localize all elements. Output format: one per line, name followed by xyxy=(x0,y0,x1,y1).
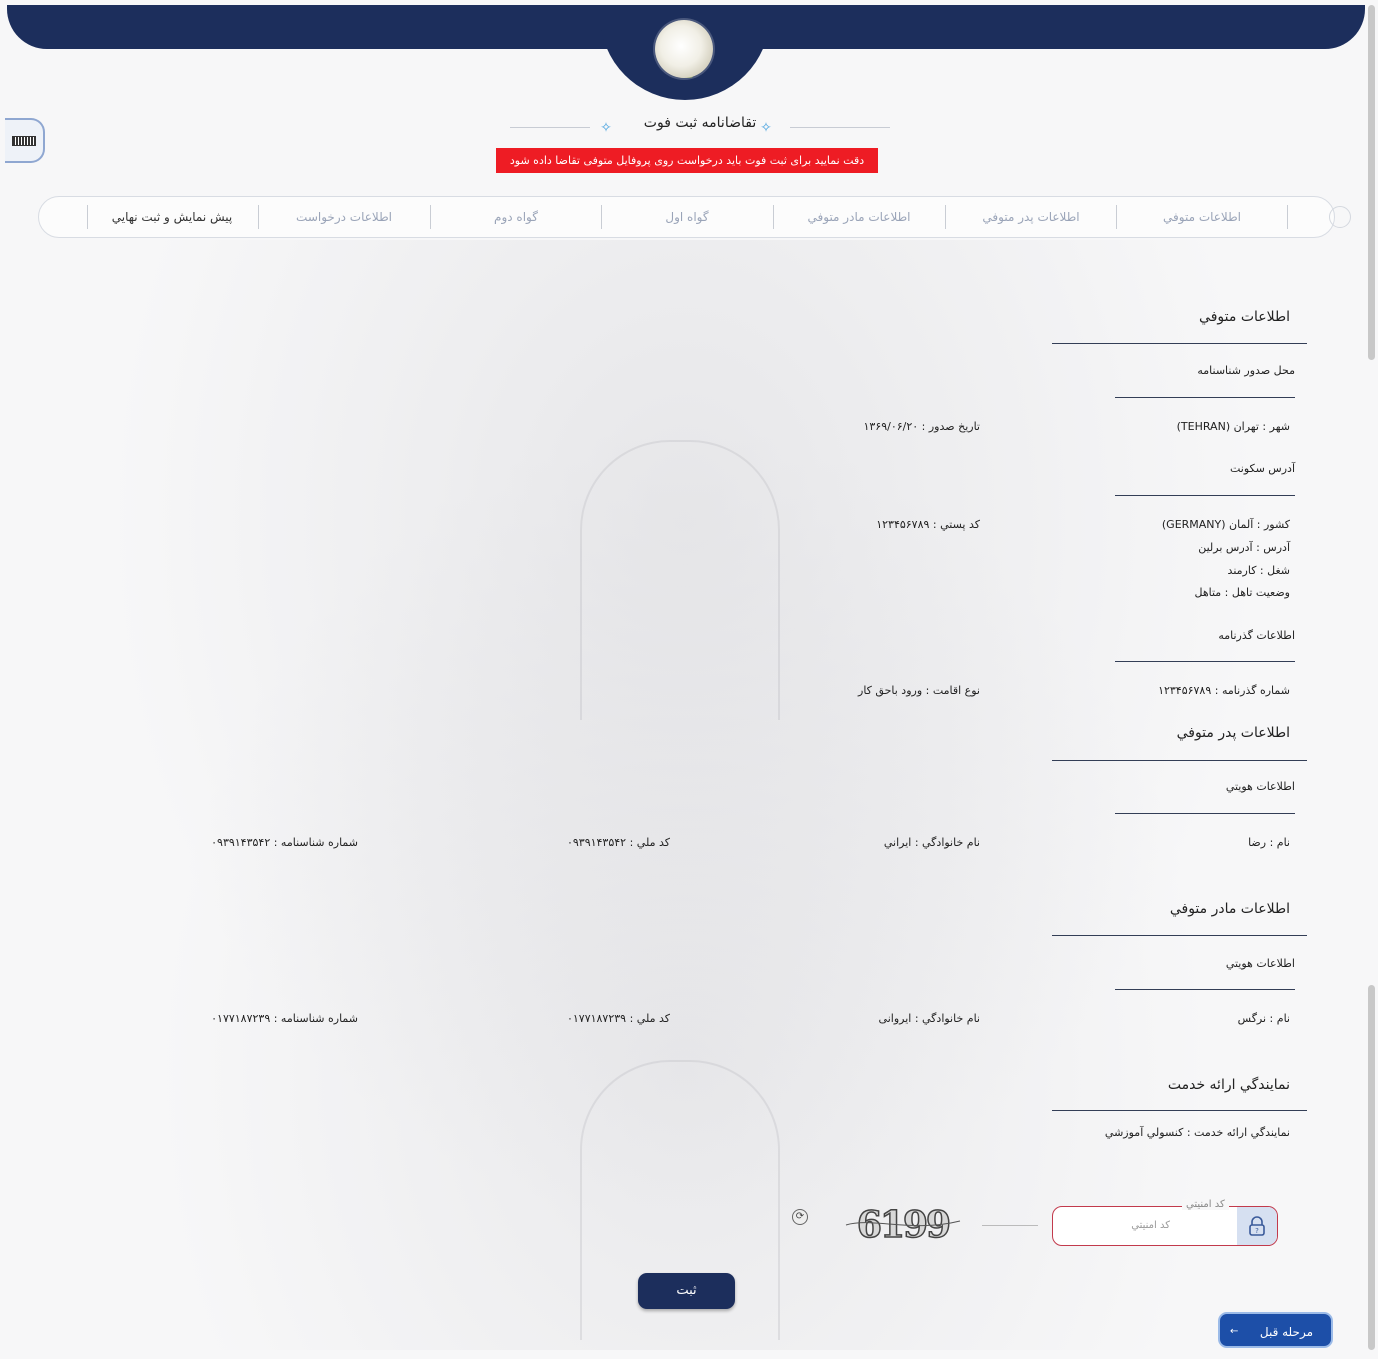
step-divider xyxy=(430,205,431,229)
captcha-divider xyxy=(982,1225,1038,1226)
previous-step-button[interactable]: مرحله قبل ← xyxy=(1218,1312,1333,1348)
field-address: آدرس : آدرس برلین xyxy=(1198,541,1290,554)
field-residence-type: نوع اقامت : ورود باحق کار xyxy=(858,684,980,697)
section-title-deceased: اطلاعات متوفي xyxy=(1199,309,1290,325)
subsection-passport-info: اطلاعات گذرنامه xyxy=(1218,629,1295,642)
subsection-identity: اطلاعات هويتي xyxy=(1225,780,1295,793)
page-title: تقاضانامه ثبت فوت xyxy=(643,115,757,131)
subsection-divider xyxy=(1115,397,1295,398)
field-postal-code: کد پستي : ۱۲۳۴۵۶۷۸۹ xyxy=(876,518,980,531)
subsection-id-issue-place: محل صدور شناسنامه xyxy=(1197,364,1295,377)
field-city: شهر : تهران (TEHRAN) xyxy=(1176,420,1290,433)
previous-step-label: مرحله قبل xyxy=(1259,1325,1313,1339)
captcha-placeholder: کد امنيتي xyxy=(1131,1220,1170,1231)
section-divider xyxy=(1052,760,1307,761)
field-passport-number: شماره گذرنامه : ۱۲۳۴۵۶۷۸۹ xyxy=(1158,684,1290,697)
refresh-captcha-icon[interactable]: ⟳ xyxy=(792,1209,808,1225)
decor-diamond-icon: ✧ xyxy=(600,120,612,136)
decor-diamond-icon: ✧ xyxy=(760,120,772,136)
field-father-family: نام خانوادگي : ايراني xyxy=(883,836,980,849)
step-divider xyxy=(258,205,259,229)
subsection-divider xyxy=(1115,989,1295,990)
step-divider xyxy=(945,205,946,229)
field-father-name: نام : رضا xyxy=(1248,836,1290,849)
page-title-row: ✧ تقاضانامه ثبت فوت ✧ xyxy=(510,112,890,140)
subsection-divider xyxy=(1115,813,1295,814)
captcha-image: 6199 xyxy=(842,1203,964,1247)
subsection-divider xyxy=(1115,495,1295,496)
step-divider xyxy=(87,205,88,229)
step-indicator-icon xyxy=(1329,206,1351,228)
field-marital-status: وضعيت تاهل : متاهل xyxy=(1194,586,1290,599)
step-mother-info[interactable]: اطلاعات مادر متوفي xyxy=(774,197,944,237)
section-divider xyxy=(1052,1110,1307,1111)
section-title-father: اطلاعات پدر متوفي xyxy=(1176,725,1290,741)
keyboard-toggle-button[interactable] xyxy=(5,118,45,163)
background-arch xyxy=(580,440,780,720)
field-job: شغل : کارمند xyxy=(1227,564,1290,577)
field-mother-family: نام خانوادگي : ايروانی xyxy=(878,1012,980,1025)
title-divider xyxy=(510,127,590,128)
step-preview-submit[interactable]: پيش نمايش و ثبت نهايي xyxy=(87,197,257,237)
field-father-id-number: شماره شناسنامه : ۰۹۳۹۱۴۳۵۴۲ xyxy=(211,836,358,849)
step-request-info[interactable]: اطلاعات درخواست xyxy=(259,197,429,237)
step-deceased-info[interactable]: اطلاعات متوفي xyxy=(1117,197,1287,237)
step-divider xyxy=(1116,205,1117,229)
scrollbar-thumb[interactable] xyxy=(1368,5,1375,360)
svg-text:?: ? xyxy=(1255,1227,1259,1235)
section-title-mother: اطلاعات مادر متوفي xyxy=(1169,901,1290,917)
captcha-lock-icon: ? xyxy=(1237,1207,1277,1245)
step-divider xyxy=(1287,205,1288,229)
step-witness-1[interactable]: گواه اول xyxy=(602,197,772,237)
field-issue-date: تاريخ صدور : ۱۳۶۹/۰۶/۲۰ xyxy=(863,420,980,433)
submit-button[interactable]: ثبت xyxy=(638,1273,735,1309)
captcha-code-text: 6199 xyxy=(857,1204,949,1245)
keyboard-icon xyxy=(12,135,36,146)
field-country: کشور : آلمان (GERMANY) xyxy=(1161,518,1290,531)
captcha-label: کد امنيتي xyxy=(1182,1199,1229,1210)
scrollbar-thumb[interactable] xyxy=(1368,985,1375,1350)
subsection-residence-address: آدرس سکونت xyxy=(1229,462,1295,475)
section-divider xyxy=(1052,935,1307,936)
alert-banner: دقت نمایید برای ثبت فوت باید درخواست روی… xyxy=(496,148,878,173)
field-service-office: نمايندگي ارائه خدمت : کنسولي آموزشي xyxy=(1104,1126,1290,1139)
field-mother-name: نام : نرگس xyxy=(1237,1012,1290,1025)
arrow-left-icon: ← xyxy=(1230,1326,1239,1337)
step-navigation: اطلاعات متوفي اطلاعات پدر متوفي اطلاعات … xyxy=(38,196,1351,238)
field-father-national-code: کد ملي : ۰۹۳۹۱۴۳۵۴۲ xyxy=(566,836,670,849)
step-witness-2[interactable]: گواه دوم xyxy=(431,197,601,237)
step-divider xyxy=(601,205,602,229)
subsection-identity: اطلاعات هويتي xyxy=(1225,957,1295,970)
step-divider xyxy=(773,205,774,229)
field-mother-national-code: کد ملي : ۰۱۷۷۱۸۷۲۳۹ xyxy=(566,1012,670,1025)
field-mother-id-number: شماره شناسنامه : ۰۱۷۷۱۸۷۲۳۹ xyxy=(211,1012,358,1025)
subsection-divider xyxy=(1115,661,1295,662)
section-divider xyxy=(1052,343,1307,344)
step-father-info[interactable]: اطلاعات پدر متوفي xyxy=(946,197,1116,237)
flower-logo-icon xyxy=(655,20,713,78)
section-title-service: نمايندگي ارائه خدمت xyxy=(1167,1077,1290,1093)
title-divider xyxy=(790,127,890,128)
